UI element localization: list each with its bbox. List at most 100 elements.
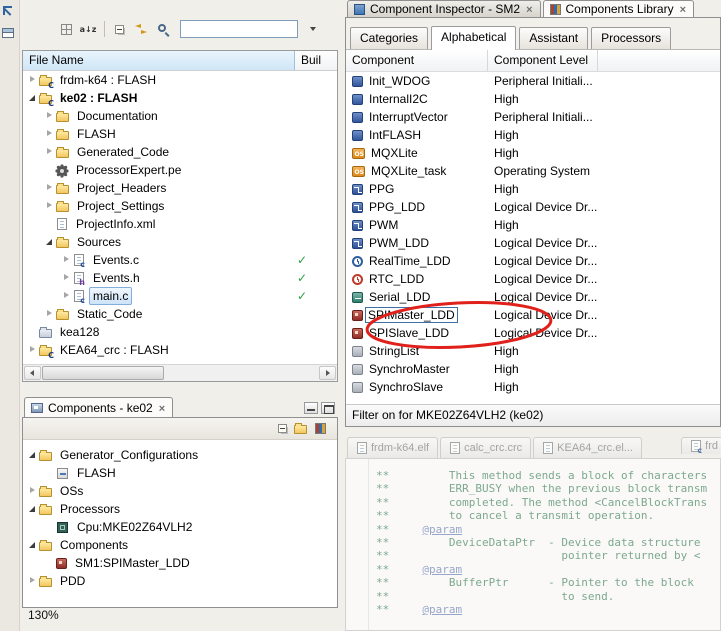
tree-layout-button[interactable] (56, 19, 76, 39)
library-row-init-wdog[interactable]: Init_WDOG Peripheral Initiali... (346, 72, 720, 90)
scroll-right-icon[interactable] (319, 366, 336, 380)
view-tab-components-library[interactable]: Components Library (542, 0, 695, 17)
library-row-stringlist[interactable]: StringList High (346, 342, 720, 360)
tree-row-kea128[interactable]: kea128 (23, 323, 337, 341)
tree-row-frdm-k64-flash[interactable]: frdm-k64 : FLASH (23, 71, 337, 90)
tree-row-static-code[interactable]: Static_Code (23, 305, 337, 323)
tab-processors[interactable]: Processors (591, 27, 672, 49)
expander-collapsed-icon[interactable] (44, 128, 56, 140)
tree-row-events-c[interactable]: Events.c ✓ (23, 251, 337, 269)
close-icon[interactable] (159, 401, 165, 415)
editor-tab-frdm-k64-elf[interactable]: frdm-k64.elf (347, 437, 439, 458)
code-editor[interactable]: ** This method sends a block of characte… (345, 458, 721, 631)
close-icon[interactable] (680, 2, 686, 16)
column-header-file-name[interactable]: File Name (23, 51, 295, 70)
expander-collapsed-icon[interactable] (27, 485, 39, 497)
tree-row-flash[interactable]: FLASH (23, 464, 337, 482)
tree-row-projectinfo-xml[interactable]: ProjectInfo.xml (23, 215, 337, 233)
expander-expanded-icon[interactable] (44, 236, 56, 248)
expander-collapsed-icon[interactable] (27, 74, 39, 86)
library-row-spimaster-ldd[interactable]: SPIMaster_LDD Logical Device Dr... (346, 306, 720, 324)
editor-tab-calc-crc-crc[interactable]: calc_crc.crc (440, 437, 532, 458)
minimize-view-icon[interactable] (304, 402, 318, 414)
view-menu-button[interactable] (303, 19, 323, 39)
library-row-pwm[interactable]: PWM High (346, 216, 720, 234)
library-row-ppg-ldd[interactable]: PPG_LDD Logical Device Dr... (346, 198, 720, 216)
tree-row-sm1-spimaster-ldd[interactable]: SM1:SPIMaster_LDD (23, 554, 337, 572)
tab-alphabetical[interactable]: Alphabetical (431, 26, 517, 50)
tree-row-ke02-flash[interactable]: ke02 : FLASH (23, 89, 337, 108)
library-row-spislave-ldd[interactable]: SPISlave_LDD Logical Device Dr... (346, 324, 720, 342)
tree-row-kea64-crc-flash[interactable]: KEA64_crc : FLASH (23, 341, 337, 359)
filter-input[interactable] (180, 20, 298, 38)
tree-row-processors[interactable]: Processors (23, 500, 337, 518)
tree-row-sources[interactable]: Sources (23, 233, 337, 251)
expander-collapsed-icon[interactable] (44, 308, 56, 320)
tree-row-components[interactable]: Components (23, 536, 337, 554)
expander-collapsed-icon[interactable] (44, 200, 56, 212)
restore-view-button[interactable] (1, 6, 17, 22)
collapse-all-button[interactable] (273, 420, 291, 438)
library-row-intflash[interactable]: IntFLASH High (346, 126, 720, 144)
expander-collapsed-icon[interactable] (44, 182, 56, 194)
sort-button[interactable] (78, 19, 98, 39)
collapse-all-button[interactable] (109, 19, 129, 39)
expander-collapsed-icon[interactable] (44, 146, 56, 158)
expander-expanded-icon[interactable] (27, 449, 39, 461)
view-tab-components[interactable]: Components - ke02 (24, 397, 174, 417)
expander-collapsed-icon[interactable] (61, 290, 73, 302)
expander-expanded-icon[interactable] (27, 539, 39, 551)
zoom-level[interactable]: 130% (28, 608, 59, 622)
scrollbar-thumb[interactable] (42, 366, 164, 380)
library-row-mqxlite[interactable]: MQXLite High (346, 144, 720, 162)
tree-row-generated-code[interactable]: Generated_Code (23, 143, 337, 161)
library-row-pwm-ldd[interactable]: PWM_LDD Logical Device Dr... (346, 234, 720, 252)
link-editor-button[interactable] (131, 19, 151, 39)
tab-categories[interactable]: Categories (350, 27, 429, 49)
column-header-component[interactable]: Component (346, 50, 488, 71)
tree-row-pdd[interactable]: PDD (23, 572, 337, 590)
expander-collapsed-icon[interactable] (61, 254, 73, 266)
tree-row-processorexpert-pe[interactable]: ProcessorExpert.pe (23, 161, 337, 179)
tab-assistant[interactable]: Assistant (519, 27, 589, 49)
library-row-synchroslave[interactable]: SynchroSlave High (346, 378, 720, 396)
new-folder-button[interactable] (293, 420, 311, 438)
library-row-mqxlite-task[interactable]: MQXLite_task Operating System (346, 162, 720, 180)
library-row-serial-ldd[interactable]: Serial_LDD Logical Device Dr... (346, 288, 720, 306)
view-tab-component-inspector-sm2[interactable]: Component Inspector - SM2 (347, 0, 541, 17)
editor-tab-frd[interactable]: frd (681, 437, 721, 455)
library-row-interruptvector[interactable]: InterruptVector Peripheral Initiali... (346, 108, 720, 126)
filter-components-button[interactable] (313, 420, 331, 438)
tree-row-generator-configurations[interactable]: Generator_Configurations (23, 446, 337, 464)
tree-row-main-c[interactable]: main.c ✓ (23, 287, 337, 305)
library-row-rtc-ldd[interactable]: RTC_LDD Logical Device Dr... (346, 270, 720, 288)
maximize-view-icon[interactable] (321, 402, 335, 414)
horizontal-scrollbar[interactable] (23, 364, 337, 381)
tree-row-project-settings[interactable]: Project_Settings (23, 197, 337, 215)
expander-collapsed-icon[interactable] (44, 110, 56, 122)
minimized-view-button[interactable] (1, 28, 17, 44)
library-row-realtime-ldd[interactable]: RealTime_LDD Logical Device Dr... (346, 252, 720, 270)
editor-tab-kea64-crc-el[interactable]: KEA64_crc.el... (533, 437, 642, 458)
expander-collapsed-icon[interactable] (27, 344, 39, 356)
tree-row-project-headers[interactable]: Project_Headers (23, 179, 337, 197)
tree-row-events-h[interactable]: Events.h ✓ (23, 269, 337, 287)
tree-row-documentation[interactable]: Documentation (23, 107, 337, 125)
elf-file-icon (543, 442, 554, 454)
library-row-synchromaster[interactable]: SynchroMaster High (346, 360, 720, 378)
library-row-internali2c[interactable]: InternalI2C High (346, 90, 720, 108)
search-button[interactable] (153, 19, 173, 39)
expander-expanded-icon[interactable] (27, 503, 39, 515)
close-icon[interactable] (526, 2, 532, 16)
library-row-ppg[interactable]: PPG High (346, 180, 720, 198)
tree-row-flash[interactable]: FLASH (23, 125, 337, 143)
column-header-build[interactable]: Buil (295, 51, 337, 70)
column-header-component-level[interactable]: Component Level (488, 50, 598, 71)
folder-icon (293, 423, 307, 434)
scroll-left-icon[interactable] (24, 366, 41, 380)
tree-row-oss[interactable]: OSs (23, 482, 337, 500)
tree-row-cpu-mke02z64vlh2[interactable]: Cpu:MKE02Z64VLH2 (23, 518, 337, 536)
expander-collapsed-icon[interactable] (61, 272, 73, 284)
expander-expanded-icon[interactable] (27, 92, 39, 104)
expander-collapsed-icon[interactable] (27, 575, 39, 587)
